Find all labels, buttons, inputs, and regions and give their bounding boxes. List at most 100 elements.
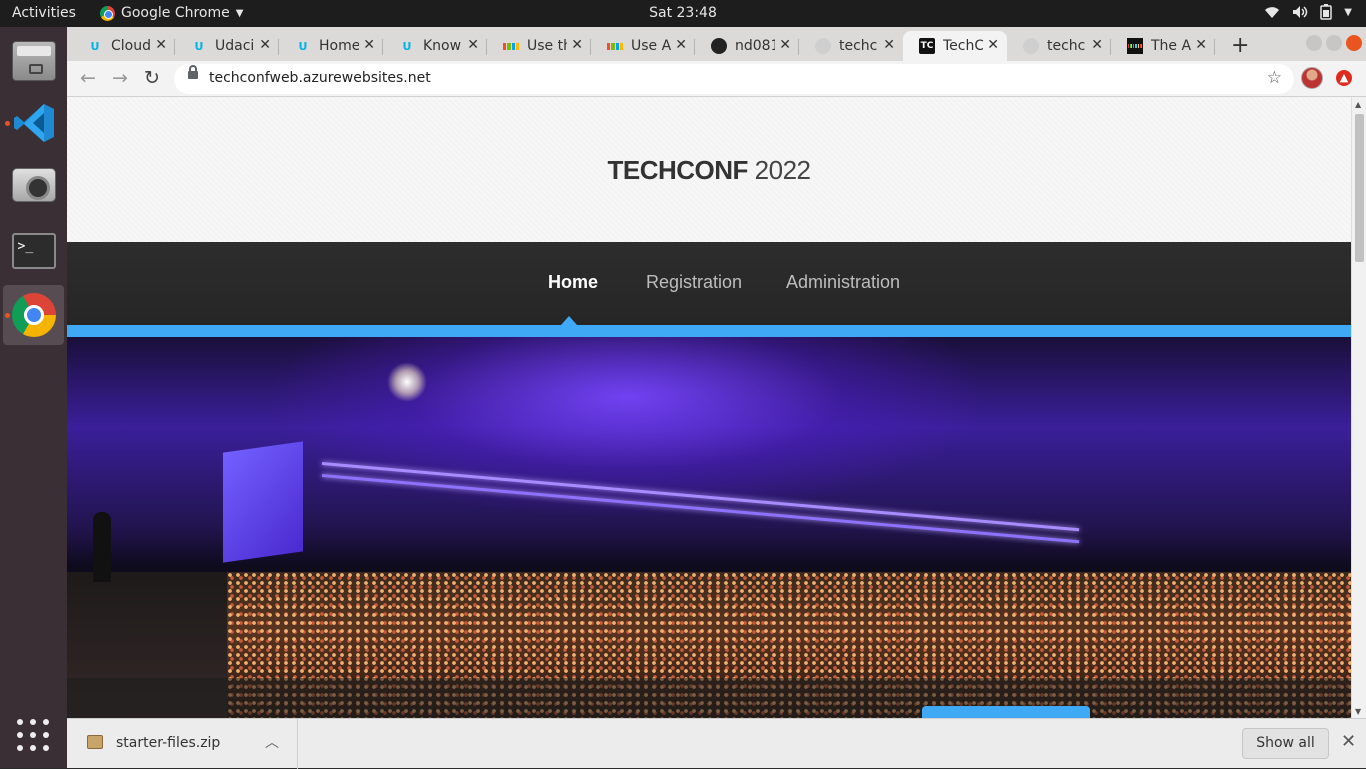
tab[interactable]: techc ✕ bbox=[799, 31, 903, 61]
dock-terminal[interactable]: >_ bbox=[3, 221, 64, 281]
tab-title: Know bbox=[423, 38, 462, 54]
close-icon[interactable]: ✕ bbox=[779, 37, 791, 53]
dock-files[interactable] bbox=[3, 31, 64, 91]
files-icon bbox=[11, 41, 56, 81]
speaker-figure bbox=[93, 512, 111, 582]
tab[interactable]: U Know ✕ bbox=[383, 31, 487, 61]
close-icon[interactable]: ✕ bbox=[363, 37, 375, 53]
profile-avatar[interactable] bbox=[1301, 67, 1323, 89]
tab-title: Use th bbox=[527, 38, 567, 54]
close-icon[interactable]: ✕ bbox=[571, 37, 583, 53]
show-applications-button[interactable] bbox=[17, 719, 49, 751]
camera-icon bbox=[11, 168, 56, 202]
battery-icon bbox=[1320, 4, 1333, 20]
tab[interactable]: nd081 ✕ bbox=[695, 31, 799, 61]
scroll-down-icon[interactable]: ▼ bbox=[1355, 707, 1361, 716]
extension-icon[interactable]: ▲ bbox=[1336, 70, 1352, 86]
reload-icon[interactable]: ↻ bbox=[144, 67, 160, 89]
maximize-button[interactable] bbox=[1326, 35, 1342, 51]
running-indicator bbox=[5, 121, 10, 126]
microsoft-icon bbox=[503, 38, 519, 54]
download-file-name: starter-files.zip bbox=[116, 735, 221, 751]
wifi-icon bbox=[1265, 7, 1280, 18]
download-item[interactable]: starter-files.zip ︿ bbox=[67, 719, 298, 769]
tab-active[interactable]: TC TechC ✕ bbox=[903, 31, 1007, 61]
tab[interactable]: The A ✕ bbox=[1111, 31, 1215, 61]
tab-title: TechC bbox=[943, 38, 983, 54]
tab-title: Use A bbox=[631, 38, 671, 54]
window-controls bbox=[1306, 35, 1362, 51]
chevron-down-icon: ▼ bbox=[1344, 6, 1352, 18]
tab-title: techc bbox=[839, 38, 878, 54]
tab-title: The A bbox=[1151, 38, 1191, 54]
github-icon bbox=[815, 38, 831, 54]
page-viewport: TECHCONF 2022 Home Registration Administ… bbox=[67, 97, 1351, 718]
forward-arrow-icon[interactable]: → bbox=[112, 67, 128, 89]
hero-overlay bbox=[67, 678, 1351, 718]
close-icon[interactable]: ✕ bbox=[155, 37, 167, 53]
tab-strip: U Cloud ✕ U Udaci ✕ U Home ✕ U Know ✕ Us… bbox=[67, 27, 1366, 61]
dock-chrome[interactable] bbox=[3, 285, 64, 345]
hero-cta-button[interactable] bbox=[922, 706, 1090, 718]
address-bar[interactable]: techconfweb.azurewebsites.net ☆ bbox=[174, 64, 1294, 94]
microsoft-icon bbox=[607, 38, 623, 54]
hero-image bbox=[67, 337, 1351, 718]
accent-band bbox=[67, 325, 1351, 337]
show-all-button[interactable]: Show all bbox=[1242, 728, 1329, 759]
close-icon[interactable]: ✕ bbox=[467, 37, 479, 53]
chevron-up-icon[interactable]: ︿ bbox=[265, 732, 279, 752]
close-icon[interactable]: ✕ bbox=[259, 37, 271, 53]
zip-file-icon bbox=[87, 735, 103, 749]
system-tray[interactable]: ▼ bbox=[1264, 4, 1352, 20]
back-arrow-icon[interactable]: ← bbox=[80, 67, 96, 89]
nav-registration[interactable]: Registration bbox=[646, 272, 742, 293]
close-icon[interactable]: ✕ bbox=[1091, 37, 1103, 53]
browser-window: U Cloud ✕ U Udaci ✕ U Home ✕ U Know ✕ Us… bbox=[67, 27, 1366, 769]
dock-camera[interactable] bbox=[3, 155, 64, 215]
site-title[interactable]: TECHCONF 2022 bbox=[67, 155, 1351, 186]
dock: >_ bbox=[0, 27, 67, 768]
site-title-year: 2022 bbox=[754, 155, 811, 185]
udacity-icon: U bbox=[90, 39, 100, 53]
volume-icon bbox=[1293, 6, 1308, 18]
scroll-up-icon[interactable]: ▲ bbox=[1355, 100, 1361, 109]
close-icon[interactable]: ✕ bbox=[675, 37, 687, 53]
system-top-bar: Activities Google Chrome ▼ Sat 23:48 ▼ bbox=[0, 0, 1366, 27]
tab-title: Cloud bbox=[111, 38, 151, 54]
site-header: TECHCONF 2022 bbox=[67, 97, 1351, 242]
browser-toolbar: ← → ↻ techconfweb.azurewebsites.net ☆ ▲ bbox=[67, 61, 1366, 97]
close-window-button[interactable] bbox=[1346, 35, 1362, 51]
new-tab-button[interactable]: + bbox=[1231, 33, 1249, 58]
app-menu[interactable]: Google Chrome ▼ bbox=[100, 5, 243, 21]
minimize-button[interactable] bbox=[1306, 35, 1322, 51]
close-icon[interactable]: ✕ bbox=[1195, 37, 1207, 53]
dock-vscode[interactable] bbox=[3, 93, 64, 153]
close-icon[interactable]: ✕ bbox=[987, 37, 999, 53]
tab[interactable]: U Cloud ✕ bbox=[71, 31, 175, 61]
terminal-icon: >_ bbox=[11, 233, 56, 269]
bookmark-star-icon[interactable]: ☆ bbox=[1267, 68, 1282, 88]
nav-administration[interactable]: Administration bbox=[786, 272, 900, 293]
tab[interactable]: Use A ✕ bbox=[591, 31, 695, 61]
github-icon bbox=[1023, 38, 1039, 54]
close-icon[interactable]: ✕ bbox=[1341, 731, 1356, 752]
clock[interactable]: Sat 23:48 bbox=[649, 5, 717, 21]
stage-screen bbox=[223, 441, 303, 563]
vscode-icon bbox=[13, 104, 54, 142]
activities-button[interactable]: Activities bbox=[12, 5, 76, 21]
scrollbar-thumb[interactable] bbox=[1355, 114, 1364, 262]
github-icon bbox=[711, 38, 727, 54]
techconf-icon: TC bbox=[919, 38, 935, 54]
close-icon[interactable]: ✕ bbox=[883, 37, 895, 53]
udacity-icon: U bbox=[298, 39, 308, 53]
tab-title: Home bbox=[319, 38, 359, 54]
tab[interactable]: Use th ✕ bbox=[487, 31, 591, 61]
page-scrollbar[interactable]: ▲ ▼ bbox=[1351, 97, 1366, 718]
tab[interactable]: U Home ✕ bbox=[279, 31, 383, 61]
nav-home[interactable]: Home bbox=[548, 272, 598, 293]
tab[interactable]: U Udaci ✕ bbox=[175, 31, 279, 61]
lock-icon bbox=[188, 65, 198, 79]
udacity-icon: U bbox=[402, 39, 412, 53]
tab[interactable]: techc ✕ bbox=[1007, 31, 1111, 61]
tab-title: techc bbox=[1047, 38, 1086, 54]
